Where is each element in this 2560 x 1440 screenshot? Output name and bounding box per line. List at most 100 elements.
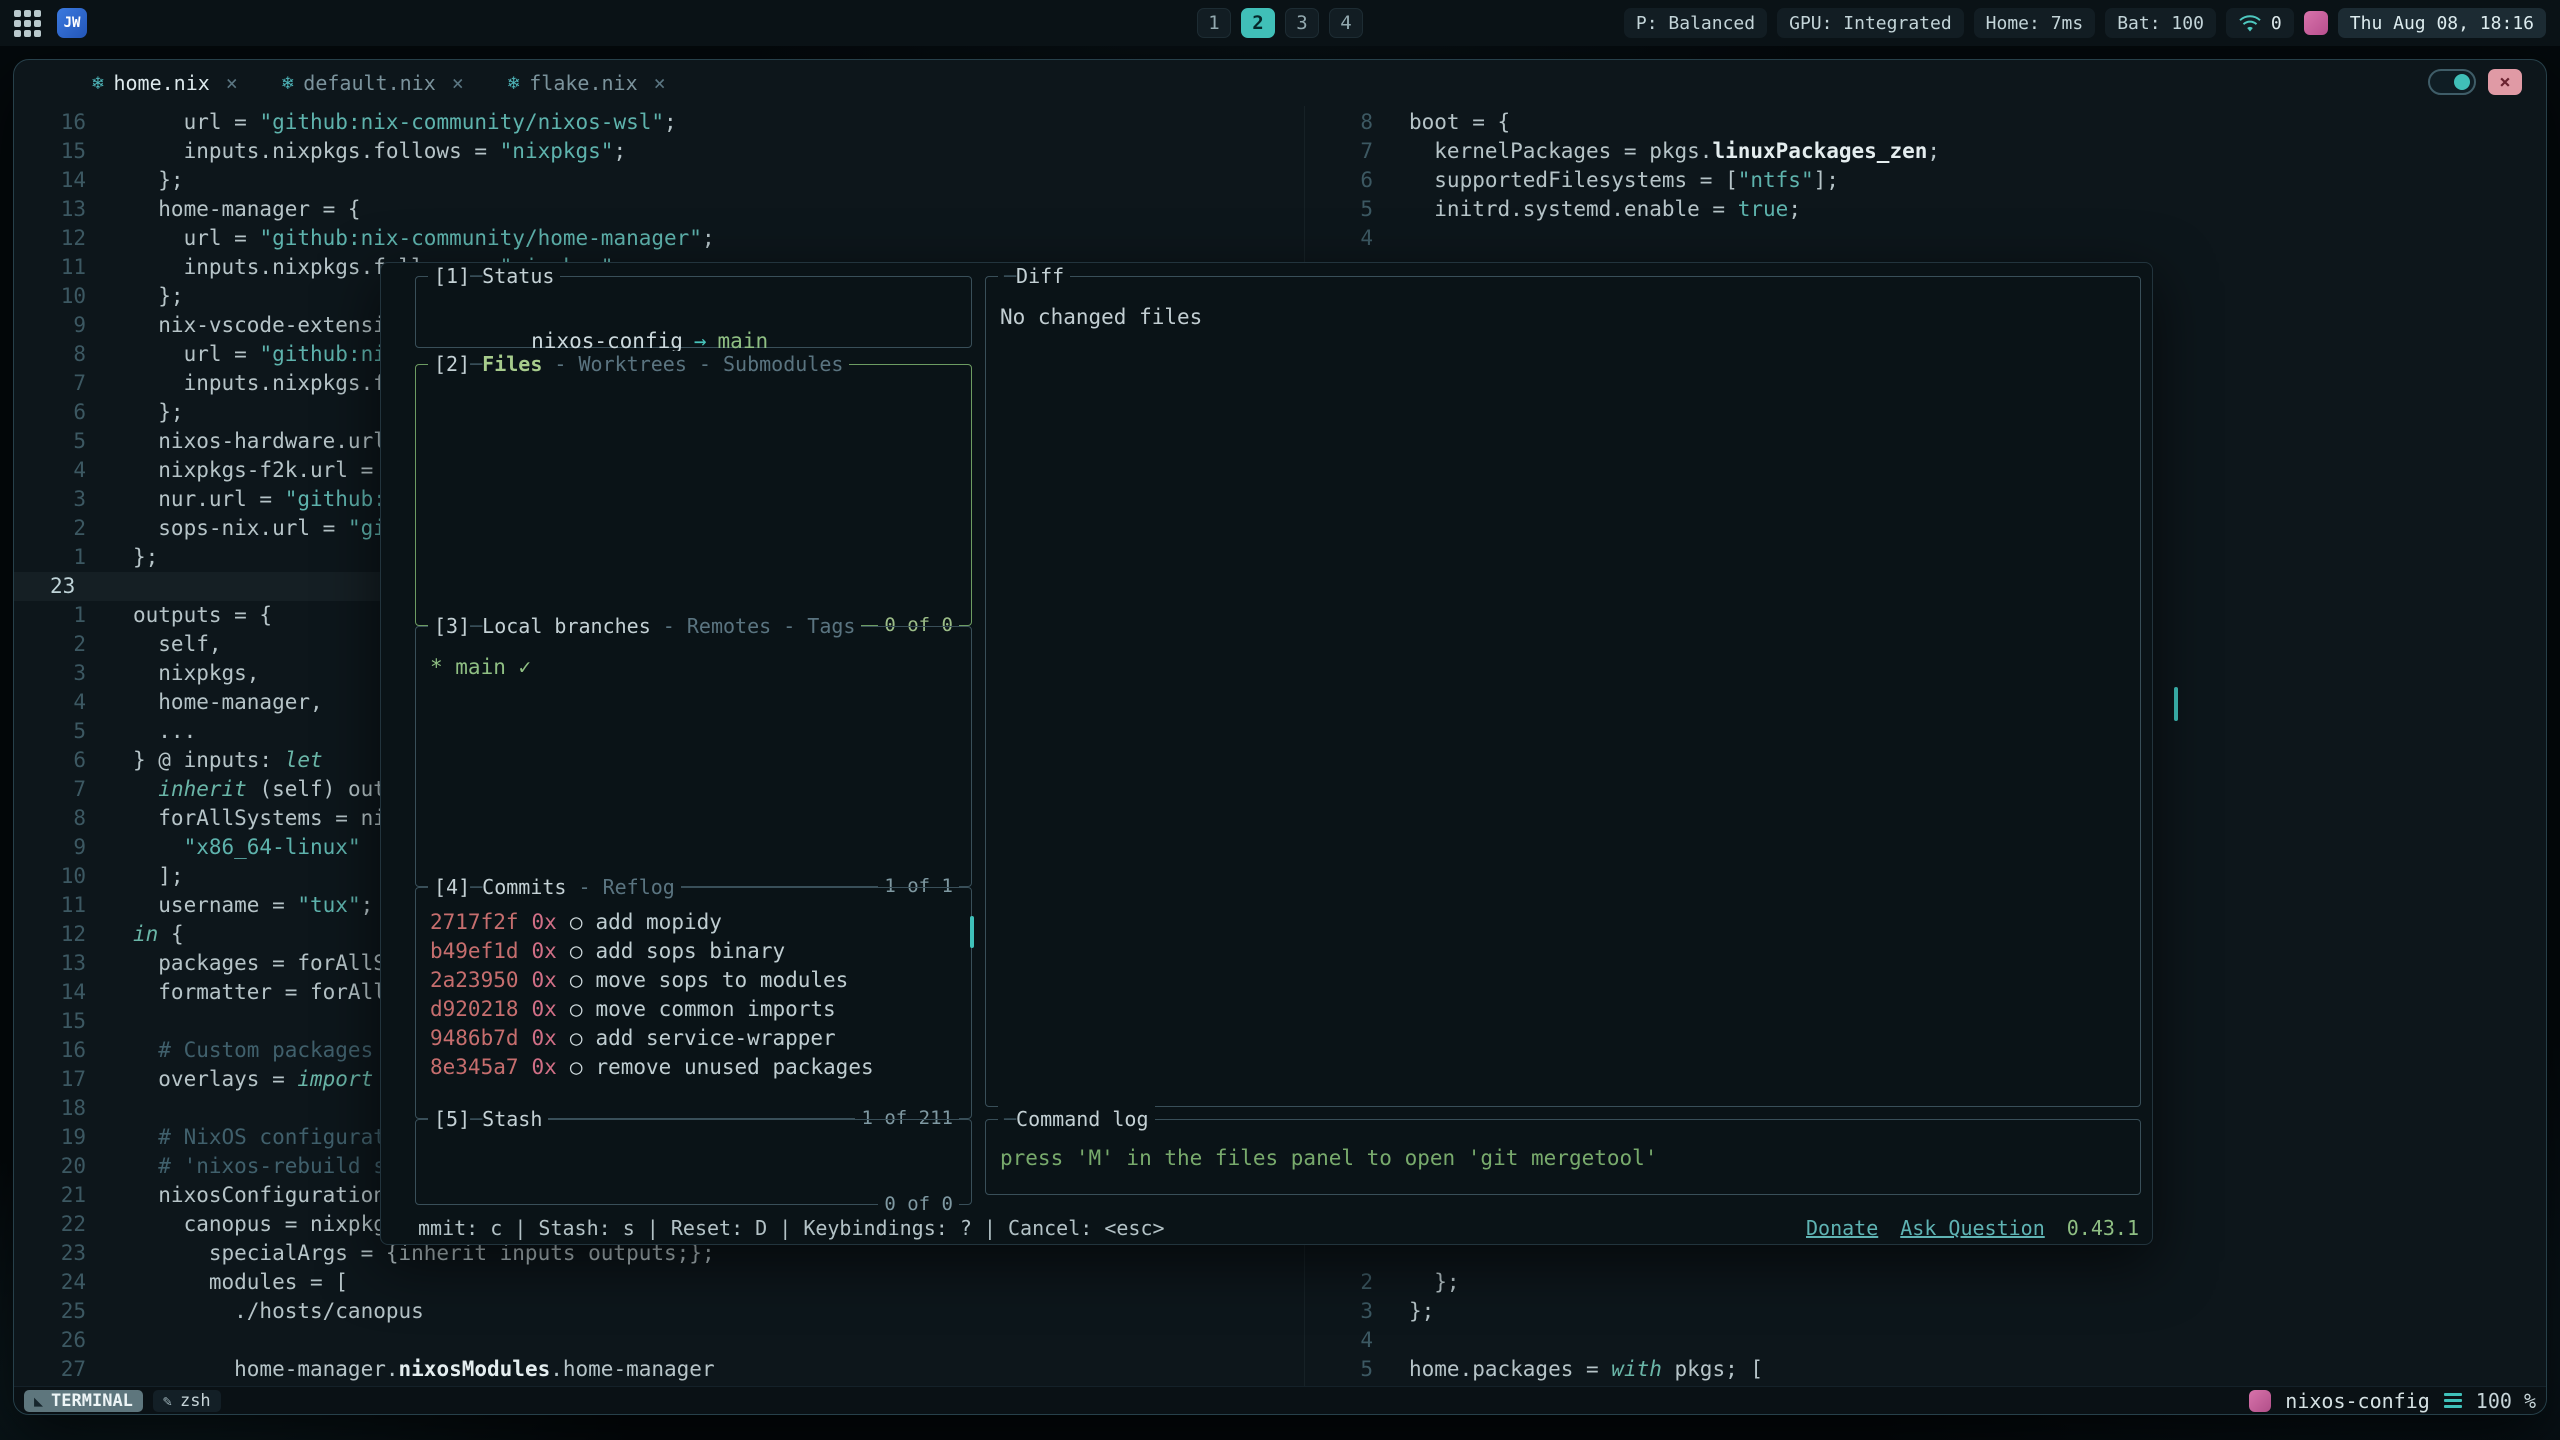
- lazygit-branches-panel[interactable]: [3]─Local branches - Remotes - Tags * ma…: [415, 626, 972, 887]
- line-number: 16: [50, 108, 86, 137]
- line-number: 25: [50, 1297, 86, 1326]
- workspace-button-1[interactable]: 1: [1197, 8, 1231, 38]
- lazygit-commits-panel[interactable]: [4]─Commits - Reflog 2717f2f0x○add mopid…: [415, 887, 972, 1119]
- line-number: 20: [50, 1152, 86, 1181]
- code-text: home.packages = with pkgs; [: [1409, 1355, 1763, 1384]
- line-number: 6: [50, 398, 86, 427]
- line-number: 5: [50, 427, 86, 456]
- workspace-button-2[interactable]: 2: [1241, 8, 1275, 38]
- close-tab-icon[interactable]: ×: [226, 71, 238, 95]
- code-line[interactable]: 16 url = "github:nix-community/nixos-wsl…: [14, 108, 1302, 137]
- commit-row[interactable]: 9486b7d0x○add service-wrapper: [430, 1026, 971, 1055]
- commit-hash: b49ef1d: [430, 939, 519, 968]
- close-tab-icon[interactable]: ×: [452, 71, 464, 95]
- code-line[interactable]: 5home.packages = with pkgs; [: [1307, 1355, 2546, 1384]
- commit-node-icon: ○: [570, 997, 583, 1026]
- code-line[interactable]: 3};: [1307, 1297, 2546, 1326]
- commits-scrollbar-thumb[interactable]: [970, 916, 974, 948]
- repo-name: nixos-config: [531, 329, 683, 353]
- code-line[interactable]: 25 ./hosts/canopus: [14, 1297, 1302, 1326]
- panel-title: ─Diff: [998, 263, 1070, 290]
- apps-grid-icon[interactable]: [14, 10, 41, 37]
- lazygit-footer: mmit: c | Stash: s | Reset: D | Keybindi…: [418, 1216, 2139, 1240]
- code-line[interactable]: 12 url = "github:nix-community/home-mana…: [14, 224, 1302, 253]
- menu-bars-icon[interactable]: [2444, 1393, 2462, 1408]
- tab-default.nix[interactable]: ❄default.nix×: [282, 71, 464, 95]
- code-line[interactable]: 6 supportedFilesystems = ["ntfs"];: [1307, 166, 2546, 195]
- tray-indicator-icon[interactable]: [2304, 11, 2328, 35]
- code-text: url = "github:nix-community/nixos-wsl";: [133, 108, 677, 137]
- mode-indicator[interactable]: ◣ TERMINAL: [24, 1390, 143, 1412]
- line-number: 4: [50, 456, 86, 485]
- line-number: 17: [50, 1065, 86, 1094]
- code-text: modules = [: [133, 1268, 348, 1297]
- line-number: 13: [50, 195, 86, 224]
- tab-flake.nix[interactable]: ❄flake.nix×: [508, 71, 666, 95]
- code-text: ./hosts/canopus: [133, 1297, 424, 1326]
- lazygit-files-panel[interactable]: [2]─Files - Worktrees - Submodules 0 of …: [415, 364, 972, 626]
- lazygit-diff-panel[interactable]: ─Diff No changed files: [985, 276, 2141, 1107]
- commit-row[interactable]: 2a239500x○move sops to modules: [430, 968, 971, 997]
- commit-row[interactable]: d9202180x○move common imports: [430, 997, 971, 1026]
- window-close-button[interactable]: ×: [2488, 69, 2522, 95]
- lazygit-status-panel[interactable]: [1]─Status nixos-config→main: [415, 276, 972, 348]
- code-line[interactable]: 27 home-manager.nixosModules.home-manage…: [14, 1355, 1302, 1384]
- code-text: inputs.nixpkgs.follows = "nixpkgs";: [133, 137, 626, 166]
- commit-row[interactable]: 8e345a70x○remove unused packages: [430, 1055, 971, 1084]
- code-line[interactable]: 26: [14, 1326, 1302, 1355]
- code-text: };: [1409, 1268, 1460, 1297]
- code-line[interactable]: 4: [1307, 224, 2546, 253]
- code-line[interactable]: 2 };: [1307, 1268, 2546, 1297]
- line-number: 1: [50, 543, 86, 572]
- panel-title: [2]─Files - Worktrees - Submodules: [428, 351, 849, 378]
- code-line[interactable]: 5 initrd.systemd.enable = true;: [1307, 195, 2546, 224]
- clock: Thu Aug 08, 18:16: [2338, 8, 2546, 38]
- shell-icon: ✎: [163, 1392, 172, 1410]
- line-number: 11: [50, 891, 86, 920]
- code-line[interactable]: 13 home-manager = {: [14, 195, 1302, 224]
- workspace-switcher: 1234: [1197, 8, 1363, 38]
- donate-link[interactable]: Donate: [1806, 1216, 1878, 1240]
- panel-title: [3]─Local branches - Remotes - Tags: [428, 613, 861, 640]
- status-chip: GPU: Integrated: [1777, 8, 1964, 38]
- editor-tabbar: ❄home.nix×❄default.nix×❄flake.nix×: [14, 60, 2546, 106]
- code-text: };: [133, 166, 184, 195]
- code-text: home-manager = {: [133, 195, 361, 224]
- shell-tab[interactable]: ✎ zsh: [153, 1390, 221, 1412]
- code-line[interactable]: 14 };: [14, 166, 1302, 195]
- commit-list: 2717f2f0x○add mopidyb49ef1d0x○add sops b…: [416, 888, 971, 1084]
- line-number: 4: [1337, 224, 1373, 253]
- tab-home.nix[interactable]: ❄home.nix×: [92, 71, 238, 95]
- code-line[interactable]: 8boot = {: [1307, 108, 2546, 137]
- workspace-button-4[interactable]: 4: [1329, 8, 1363, 38]
- code-line[interactable]: 24 modules = [: [14, 1268, 1302, 1297]
- window-toggle[interactable]: [2428, 69, 2476, 95]
- commit-hash: d920218: [430, 997, 519, 1026]
- tab-label: flake.nix: [529, 71, 637, 95]
- keybind-hints: mmit: c | Stash: s | Reset: D | Keybindi…: [418, 1216, 1165, 1240]
- line-number: 5: [50, 717, 86, 746]
- commit-row[interactable]: b49ef1d0x○add sops binary: [430, 939, 971, 968]
- lazygit-stash-panel[interactable]: [5]─Stash 0 of 0: [415, 1119, 972, 1205]
- code-line[interactable]: 4: [1307, 1326, 2546, 1355]
- workspace-button-3[interactable]: 3: [1285, 8, 1319, 38]
- scrollbar-thumb[interactable]: [2174, 687, 2178, 721]
- panel-title: ─Command log: [998, 1106, 1155, 1133]
- code-text: outputs = {: [133, 601, 272, 630]
- ask-question-link[interactable]: Ask Question: [1900, 1216, 2045, 1240]
- commit-node-icon: ○: [570, 968, 583, 997]
- commit-row[interactable]: 2717f2f0x○add mopidy: [430, 910, 971, 939]
- app-badge: JW: [57, 8, 87, 38]
- commit-message: add sops binary: [595, 939, 785, 968]
- line-number: 10: [50, 862, 86, 891]
- line-number: 27: [50, 1355, 86, 1384]
- line-number: 3: [1337, 1297, 1373, 1326]
- code-line[interactable]: 15 inputs.nixpkgs.follows = "nixpkgs";: [14, 137, 1302, 166]
- code-text: };: [1409, 1297, 1434, 1326]
- code-text: supportedFilesystems = ["ntfs"];: [1409, 166, 1839, 195]
- code-text: };: [133, 398, 184, 427]
- lazygit-command-log-panel[interactable]: ─Command log press 'M' in the files pane…: [985, 1119, 2141, 1195]
- commit-author: 0x: [532, 1026, 557, 1055]
- code-line[interactable]: 7 kernelPackages = pkgs.linuxPackages_ze…: [1307, 137, 2546, 166]
- close-tab-icon[interactable]: ×: [654, 71, 666, 95]
